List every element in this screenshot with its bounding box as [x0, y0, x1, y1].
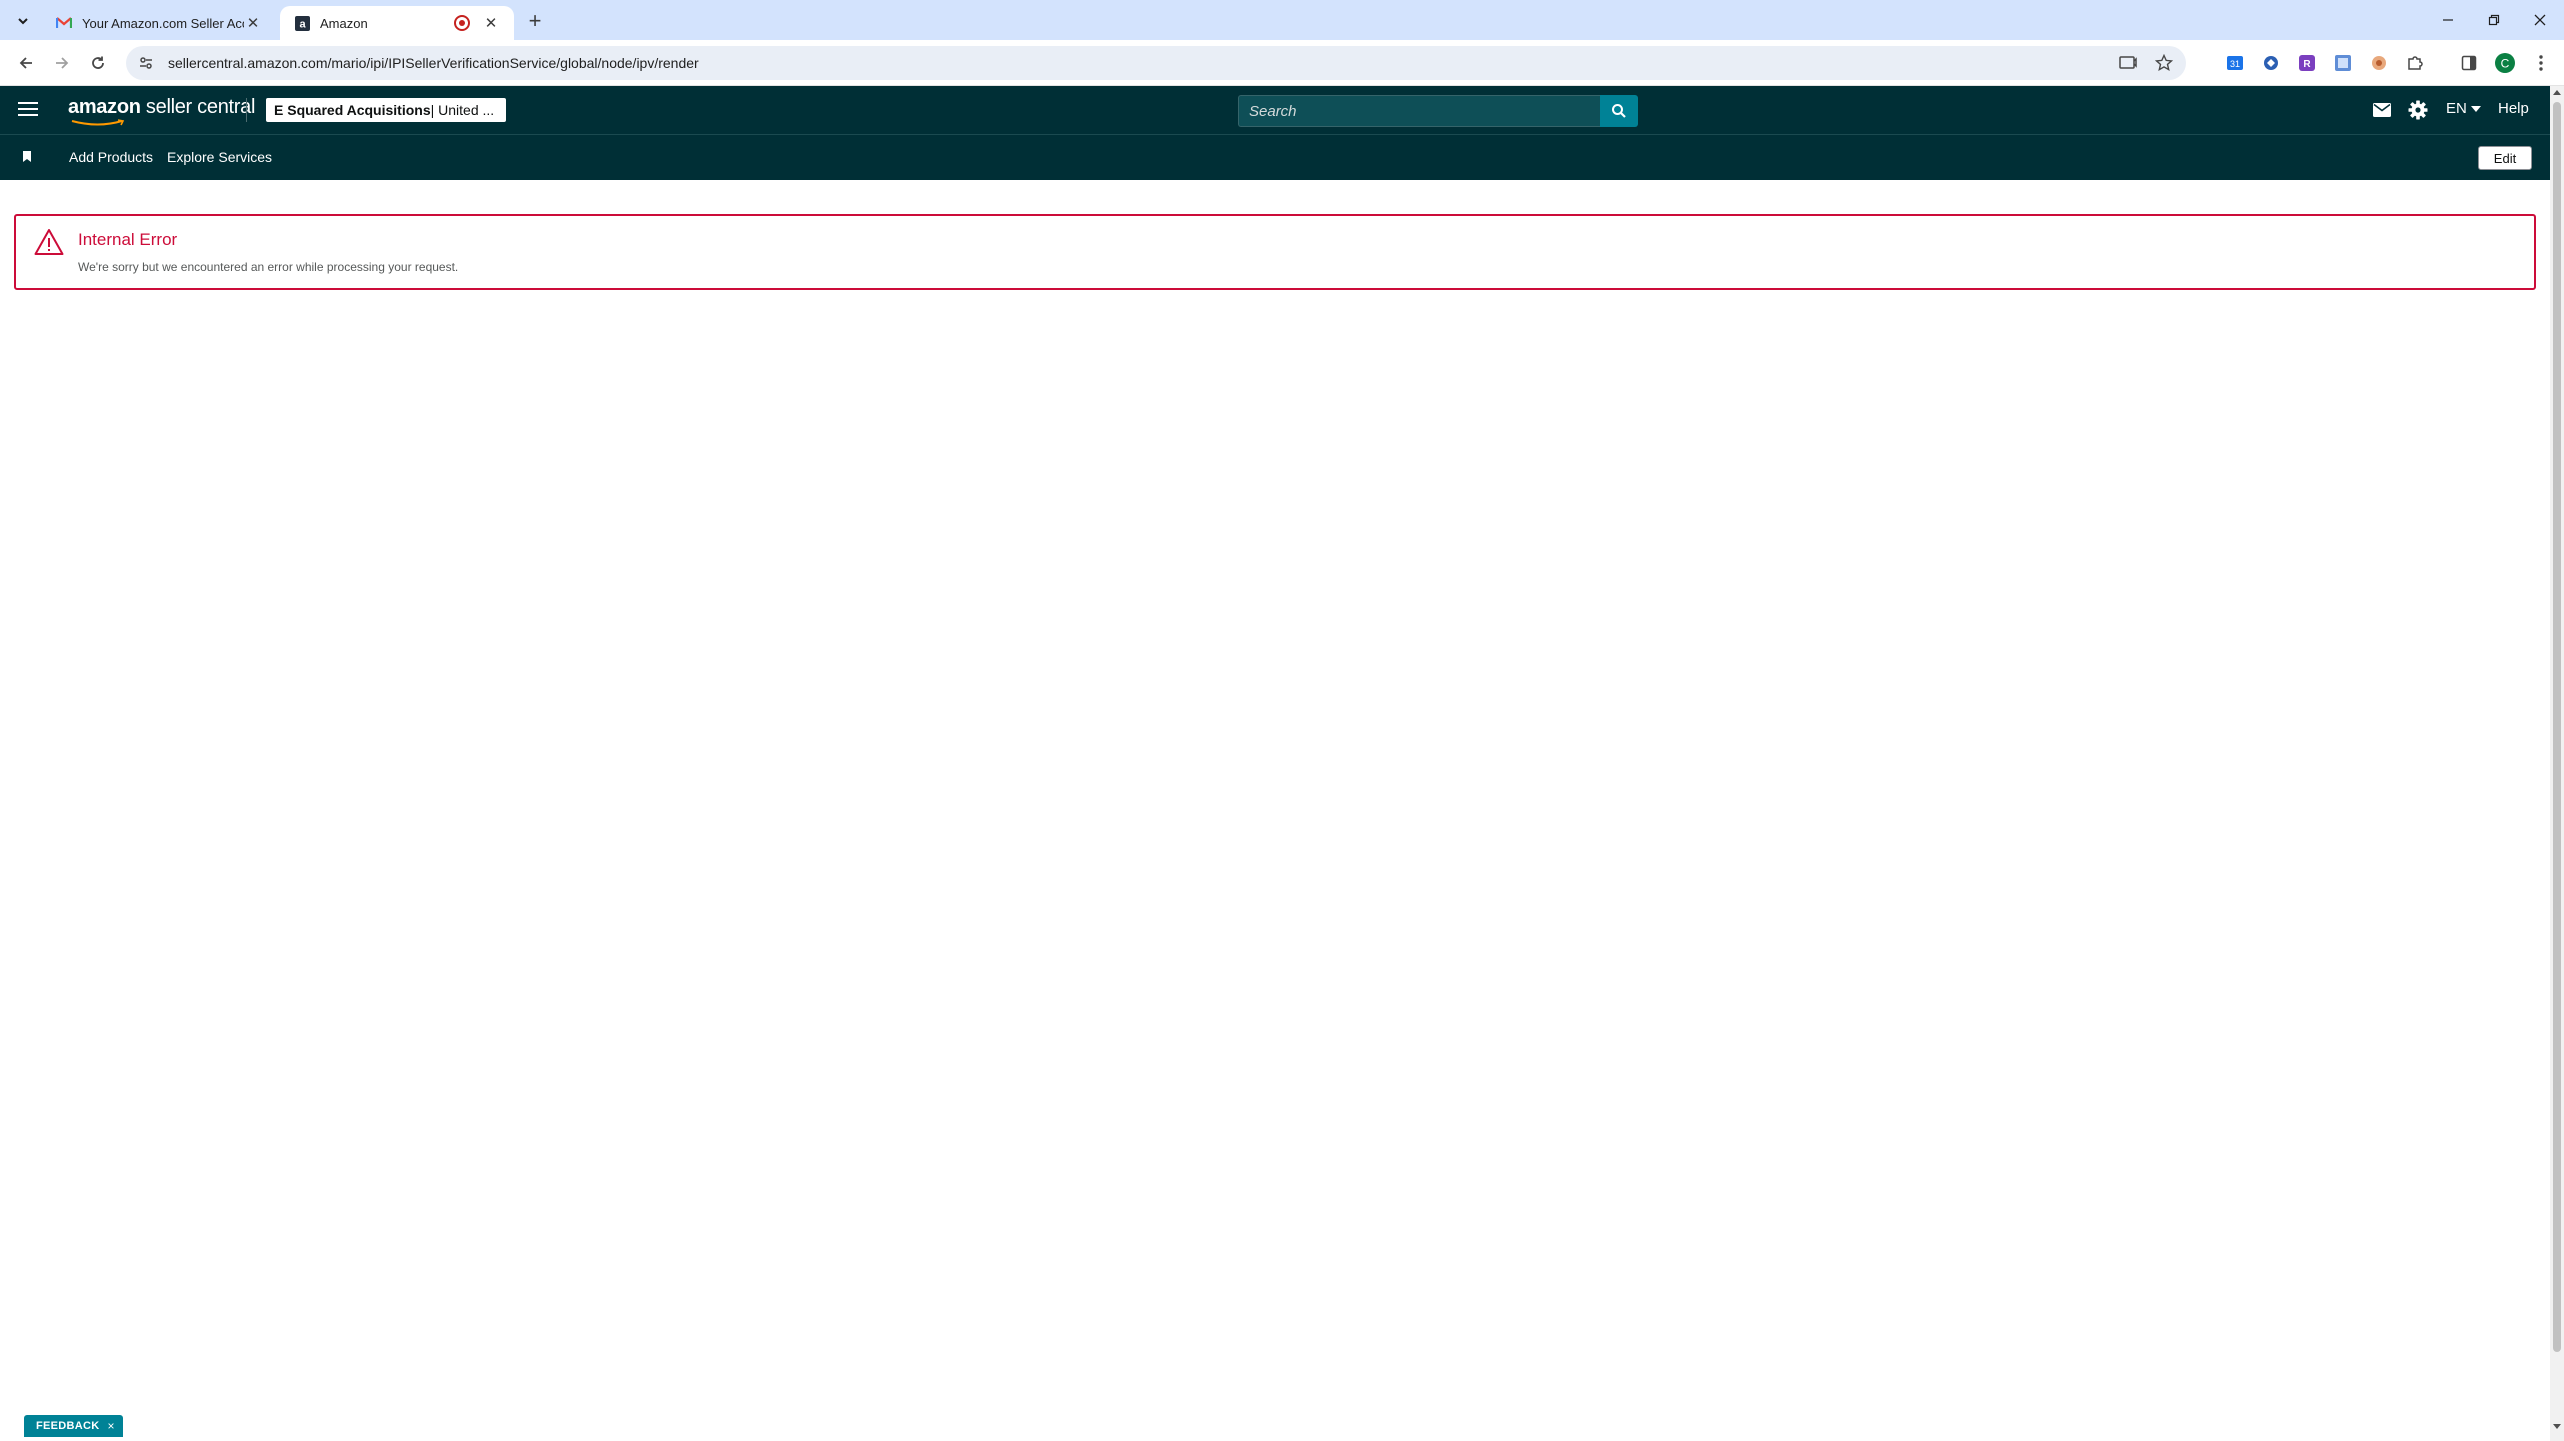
minimize-window-button[interactable]	[2428, 4, 2468, 36]
mail-icon	[2373, 103, 2391, 117]
new-tab-button[interactable]: +	[522, 8, 548, 34]
page-scrollbar[interactable]	[2550, 86, 2564, 1441]
amazon-icon: a	[294, 15, 310, 31]
error-alert: Internal Error We're sorry but we encoun…	[14, 214, 2536, 290]
gmail-icon	[56, 15, 72, 31]
svg-text:31: 31	[2230, 59, 2240, 69]
minimize-icon	[2443, 19, 2453, 21]
side-panel-icon[interactable]	[2458, 52, 2480, 74]
close-tab-icon[interactable]: ✕	[244, 14, 262, 32]
browser-menu-icon[interactable]	[2530, 52, 2552, 74]
seller-central-nav: Add Products Explore Services Edit	[0, 134, 2550, 180]
cast-icon[interactable]	[2116, 51, 2140, 75]
nav-link-explore-services[interactable]: Explore Services	[167, 149, 272, 165]
chevron-down-icon	[18, 18, 28, 25]
seller-central-logo[interactable]: amazon seller central	[68, 96, 256, 126]
hamburger-menu-icon[interactable]	[16, 98, 40, 122]
browser-toolbar: sellercentral.amazon.com/mario/ipi/IPISe…	[0, 40, 2564, 86]
arrow-right-icon	[56, 57, 69, 69]
bookmark-star-icon[interactable]	[2152, 51, 2176, 75]
browser-tab-amazon[interactable]: a Amazon ✕	[280, 6, 514, 40]
tab-title: Amazon	[320, 15, 368, 31]
search-button[interactable]	[1600, 95, 1638, 127]
extension-4-icon[interactable]	[2332, 52, 2354, 74]
nav-link-add-products[interactable]: Add Products	[69, 149, 153, 165]
address-bar[interactable]: sellercentral.amazon.com/mario/ipi/IPISe…	[126, 46, 2186, 80]
restore-icon	[2488, 14, 2500, 26]
help-link[interactable]: Help	[2498, 100, 2529, 117]
scroll-thumb[interactable]	[2553, 102, 2561, 1352]
recording-icon	[454, 15, 470, 31]
feedback-close-icon[interactable]: ×	[108, 1419, 115, 1433]
feedback-label: FEEDBACK	[36, 1420, 100, 1432]
svg-text:R: R	[2303, 59, 2311, 70]
gear-icon	[2408, 100, 2428, 120]
settings-button[interactable]	[2406, 98, 2430, 122]
browser-tab-strip: Your Amazon.com Seller Accou ✕ a Amazon …	[0, 0, 2564, 40]
restore-window-button[interactable]	[2474, 4, 2514, 36]
reload-button[interactable]	[84, 49, 112, 77]
language-label: EN	[2446, 100, 2467, 117]
bookmark-icon[interactable]	[20, 149, 34, 165]
tab-search-button[interactable]	[10, 8, 36, 34]
browser-tab-gmail[interactable]: Your Amazon.com Seller Accou ✕	[42, 6, 276, 40]
alert-title: Internal Error	[78, 230, 178, 249]
extension-5-icon[interactable]	[2368, 52, 2390, 74]
scroll-up-arrow[interactable]	[2553, 90, 2561, 95]
seller-central-header: amazon seller central E Squared Acquisit…	[0, 86, 2550, 134]
warning-icon	[34, 229, 64, 255]
close-tab-icon[interactable]: ✕	[482, 14, 500, 32]
language-selector[interactable]: EN	[2446, 100, 2481, 117]
search-icon	[1612, 104, 1626, 118]
forward-button[interactable]	[48, 49, 76, 77]
logo-divider	[246, 98, 247, 122]
extension-2-icon[interactable]	[2260, 52, 2282, 74]
account-switcher[interactable]: E Squared Acquisitions | United ...	[266, 98, 506, 122]
logo-amazon-text: amazon	[68, 96, 141, 118]
search-bar	[1238, 95, 1638, 127]
account-name: E Squared Acquisitions	[274, 102, 431, 118]
caret-down-icon	[2470, 105, 2481, 112]
profile-avatar[interactable]: C	[2494, 52, 2516, 74]
extensions-puzzle-icon[interactable]	[2404, 52, 2426, 74]
feedback-tab[interactable]: FEEDBACK ×	[24, 1415, 123, 1437]
logo-seller-central-text: seller central	[140, 96, 256, 118]
amazon-smile-icon	[71, 119, 125, 126]
reload-icon	[92, 56, 104, 69]
search-input[interactable]	[1238, 95, 1600, 127]
scroll-down-arrow[interactable]	[2553, 1424, 2561, 1429]
tab-title: Your Amazon.com Seller Accou	[82, 15, 244, 31]
alert-message: We're sorry but we encountered an error …	[78, 260, 459, 274]
extension-1-icon[interactable]: 31	[2224, 52, 2246, 74]
profile-initial: C	[2501, 57, 2510, 71]
edit-nav-button[interactable]: Edit	[2478, 146, 2532, 170]
site-info-icon[interactable]	[134, 51, 158, 75]
extension-3-icon[interactable]: R	[2296, 52, 2318, 74]
close-window-button[interactable]	[2520, 4, 2560, 36]
svg-text:a: a	[299, 18, 306, 30]
close-icon	[2534, 14, 2546, 26]
account-region: | United ...	[430, 102, 495, 118]
back-button[interactable]	[12, 49, 40, 77]
messages-button[interactable]	[2370, 98, 2394, 122]
arrow-left-icon	[19, 57, 32, 69]
url-text: sellercentral.amazon.com/mario/ipi/IPISe…	[168, 55, 699, 71]
